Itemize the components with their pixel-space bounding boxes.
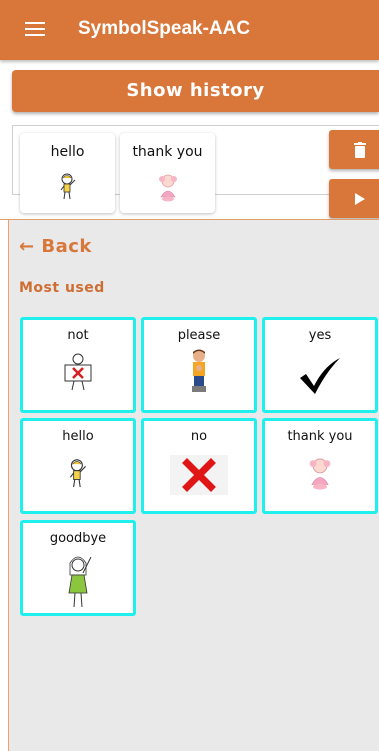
tile-label: thank you <box>287 429 353 444</box>
red-x-icon <box>170 455 228 495</box>
goodbye-girl-icon <box>68 556 92 608</box>
tile-label: no <box>190 429 208 444</box>
back-link[interactable]: ← Back <box>19 236 92 257</box>
hamburger-menu-icon[interactable] <box>25 22 45 36</box>
play-icon <box>354 192 365 205</box>
waving-child-icon <box>69 459 87 488</box>
trash-icon <box>353 141 366 158</box>
symbol-tile-not[interactable]: not <box>20 317 136 413</box>
sentence-bar: hello thank you <box>12 125 379 218</box>
sentence-item-hello[interactable]: hello <box>20 133 115 213</box>
symbol-tile-yes[interactable]: yes <box>262 317 378 413</box>
tile-label: not <box>67 328 89 343</box>
symbol-tile-no[interactable]: no <box>141 418 257 514</box>
tile-label: hello <box>62 429 94 444</box>
show-history-button[interactable]: Show history <box>12 70 379 112</box>
tile-label: yes <box>308 328 332 343</box>
sentence-item-label: thank you <box>132 144 203 160</box>
app-bar: SymbolSpeak-AAC <box>0 0 379 60</box>
symbol-panel: ← Back Most used not please yes hello no… <box>8 220 379 751</box>
not-sign-icon <box>64 353 92 391</box>
symbol-tile-please[interactable]: please <box>141 317 257 413</box>
thank-you-girl-icon <box>309 458 331 490</box>
delete-button[interactable] <box>329 130 379 169</box>
sentence-item-thank-you[interactable]: thank you <box>120 133 215 213</box>
thank-you-girl-icon <box>158 174 177 202</box>
waving-child-icon <box>60 173 75 200</box>
symbol-tile-thank-you[interactable]: thank you <box>262 418 378 514</box>
section-title: Most used <box>19 280 105 296</box>
play-button[interactable] <box>329 179 379 218</box>
tile-label: goodbye <box>49 531 107 546</box>
sentence-item-label: hello <box>50 144 85 160</box>
symbol-tile-hello[interactable]: hello <box>20 418 136 514</box>
app-title: SymbolSpeak-AAC <box>78 18 251 39</box>
tile-label: please <box>177 328 221 343</box>
symbol-tile-goodbye[interactable]: goodbye <box>20 520 136 616</box>
checkmark-icon <box>300 358 340 394</box>
please-boy-icon <box>192 349 206 392</box>
